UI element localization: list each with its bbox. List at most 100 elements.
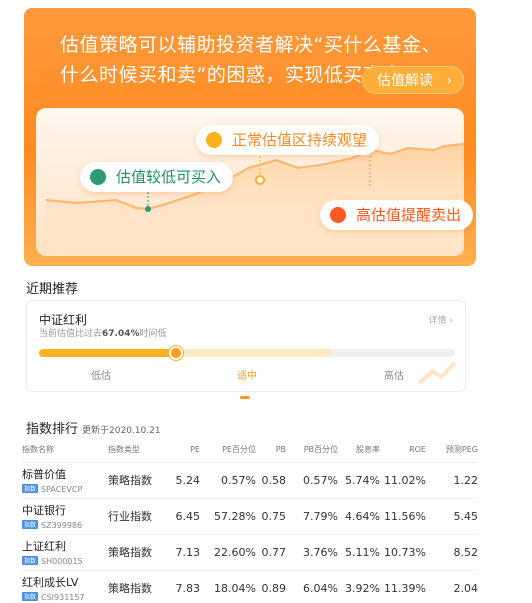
roe-cell: 11.39% <box>380 570 426 603</box>
col-roe-header[interactable]: ROE <box>380 438 426 463</box>
type-cell: 策略指数 <box>108 570 166 603</box>
low-valuation-label: 估值较低可买入 <box>116 168 222 186</box>
ranking-title-text: 指数排行 <box>26 422 79 437</box>
peg-cell: 8.52 <box>426 534 478 571</box>
index-name: 红利成长LV <box>22 576 79 589</box>
pe-cell: 7.13 <box>166 534 200 571</box>
desc-suffix: 时间低 <box>139 329 167 339</box>
index-ranking-title: 指数排行 更新于2020.10.21 <box>26 418 161 437</box>
index-code-text: SZ399986 <box>41 521 83 530</box>
index-tag-badge: 指数 <box>22 484 39 493</box>
ranking-table-body: 标普价值 指数 SPACEVCP 策略指数 5.24 0.57% 0.58 0.57% 5.74… <box>22 462 478 603</box>
pb-pct-cell: 7.79% <box>286 498 338 535</box>
valuation-progress-bar <box>39 349 455 357</box>
table-row[interactable]: 上证红利指数 SH000015 策略指数 7.13 22.60% 0.77 3.76% 5.1… <box>22 534 478 571</box>
index-name-cell: 标普价值指数 SPACEVCP <box>22 462 108 499</box>
high-valuation-pill: 高估值提醒卖出 <box>320 200 474 230</box>
normal-valuation-label: 正常估值区持续观望 <box>232 131 368 149</box>
yield-cell: 3.92% <box>338 570 380 603</box>
bar-mid-segment <box>177 349 331 357</box>
index-code: 指数 SH000015 <box>22 556 108 566</box>
yield-cell: 5.11% <box>338 534 380 571</box>
table-row[interactable]: 标普价值 指数 SPACEVCP 策略指数 5.24 0.57% 0.58 0.57% 5.74… <box>22 462 478 499</box>
index-tag-badge: 指数 <box>22 592 39 601</box>
pe-pct-cell: 22.60% <box>200 534 256 571</box>
guide-button-label: 估值解读 <box>377 73 433 89</box>
low-point <box>145 206 151 212</box>
col-pe-header[interactable]: PE <box>166 438 200 463</box>
type-cell: 策略指数 <box>108 462 166 499</box>
valuation-marker-icon <box>169 346 183 360</box>
roe-cell: 11.56% <box>380 498 426 535</box>
pb-pct-cell: 6.04% <box>286 570 338 603</box>
green-dot-icon <box>90 169 106 185</box>
peg-cell: 5.45 <box>426 498 478 535</box>
detail-label: 详情 <box>428 316 447 326</box>
recent-recommend-title: 近期推荐 <box>26 282 79 297</box>
pe-cell: 5.24 <box>166 462 200 499</box>
roe-cell: 10.73% <box>380 534 426 571</box>
index-code: 指数 SPACEVCP <box>22 484 108 494</box>
col-type-header[interactable]: 指数类型 <box>108 438 166 463</box>
pb-cell: 0.75 <box>256 498 286 535</box>
desc-prefix: 当前估值比过去 <box>39 329 103 339</box>
chevron-right-icon: › <box>446 73 452 89</box>
pe-pct-cell: 0.57% <box>200 462 256 499</box>
index-name-cell: 上证红利指数 SH000015 <box>22 534 108 571</box>
col-pb-pct-header[interactable]: PB百分位 <box>286 438 338 463</box>
desc-percent: 67.04% <box>102 329 140 339</box>
index-code-text: SPACEVCP <box>41 485 83 494</box>
level-high-label: 高估 <box>384 371 404 382</box>
bar-high-segment <box>331 349 455 357</box>
level-low-label: 低估 <box>91 371 111 382</box>
index-code-text: CSI931157 <box>41 593 85 602</box>
pe-cell: 7.83 <box>166 570 200 603</box>
update-date: 更新于2020.10.21 <box>82 426 161 436</box>
bar-low-segment <box>39 349 177 357</box>
pe-pct-cell: 57.28% <box>200 498 256 535</box>
col-pe-pct-header[interactable]: PE百分位 <box>200 438 256 463</box>
index-name: 标普价值 <box>22 468 66 481</box>
valuation-banner[interactable]: 估值策略可以辅助投资者解决“买什么基金、什么时候买和卖”的困惑，实现低买高卖。 … <box>24 8 476 266</box>
index-tag-badge: 指数 <box>22 556 39 565</box>
table-row[interactable]: 红利成长LV 指数 CSI931157 策略指数 7.83 18.04% 0.89 6.04%… <box>22 570 478 603</box>
normal-valuation-pill: 正常估值区持续观望 <box>196 125 380 155</box>
yield-cell: 5.74% <box>338 462 380 499</box>
index-name: 中证银行 <box>22 504 66 517</box>
index-ranking-table: 指数名称 指数类型 PE PE百分位 PB PB百分位 股息率 ROE 预测PE… <box>22 438 478 603</box>
roe-cell: 11.02% <box>380 462 426 499</box>
pb-pct-cell: 0.57% <box>286 462 338 499</box>
col-pb-header[interactable]: PB <box>256 438 286 463</box>
recommend-description: 当前估值比过去67.04%时间低 <box>39 326 167 339</box>
table-row[interactable]: 中证银行指数 SZ399986 行业指数 6.45 57.28% 0.75 7.79% 4.6… <box>22 498 478 535</box>
level-mid-label: 适中 <box>237 371 257 382</box>
index-code: 指数 CSI931157 <box>22 592 108 602</box>
low-valuation-pill: 估值较低可买入 <box>80 162 234 192</box>
valuation-guide-button[interactable]: 估值解读 › <box>362 66 464 94</box>
col-yield-header[interactable]: 股息率 <box>338 438 380 463</box>
col-peg-header[interactable]: 预测PEG <box>426 438 478 463</box>
index-name-cell: 红利成长LV 指数 CSI931157 <box>22 570 108 603</box>
index-code: 指数 SZ399986 <box>22 520 108 530</box>
carousel-indicator[interactable] <box>240 396 250 399</box>
pb-cell: 0.77 <box>256 534 286 571</box>
decorative-arrow-icon <box>417 361 457 385</box>
type-cell: 行业指数 <box>108 498 166 535</box>
type-cell: 策略指数 <box>108 534 166 571</box>
pe-pct-cell: 18.04% <box>200 570 256 603</box>
high-valuation-label: 高估值提醒卖出 <box>356 206 462 224</box>
pb-cell: 0.89 <box>256 570 286 603</box>
index-name-cell: 中证银行指数 SZ399986 <box>22 498 108 535</box>
page: 估值策略可以辅助投资者解决“买什么基金、什么时候买和卖”的困惑，实现低买高卖。 … <box>0 0 532 603</box>
detail-link[interactable]: 详情 › <box>429 313 454 326</box>
pe-cell: 6.45 <box>166 498 200 535</box>
recommend-card[interactable]: 中证红利 当前估值比过去67.04%时间低 详情 › 低估 适中 高估 <box>26 300 466 392</box>
normal-point <box>255 175 265 185</box>
pb-pct-cell: 3.76% <box>286 534 338 571</box>
yellow-dot-icon <box>206 132 222 148</box>
yield-cell: 4.64% <box>338 498 380 535</box>
pb-cell: 0.58 <box>256 462 286 499</box>
table-header-row: 指数名称 指数类型 PE PE百分位 PB PB百分位 股息率 ROE 预测PE… <box>22 438 478 463</box>
index-name: 上证红利 <box>22 540 66 553</box>
col-name-header[interactable]: 指数名称 <box>22 438 108 463</box>
